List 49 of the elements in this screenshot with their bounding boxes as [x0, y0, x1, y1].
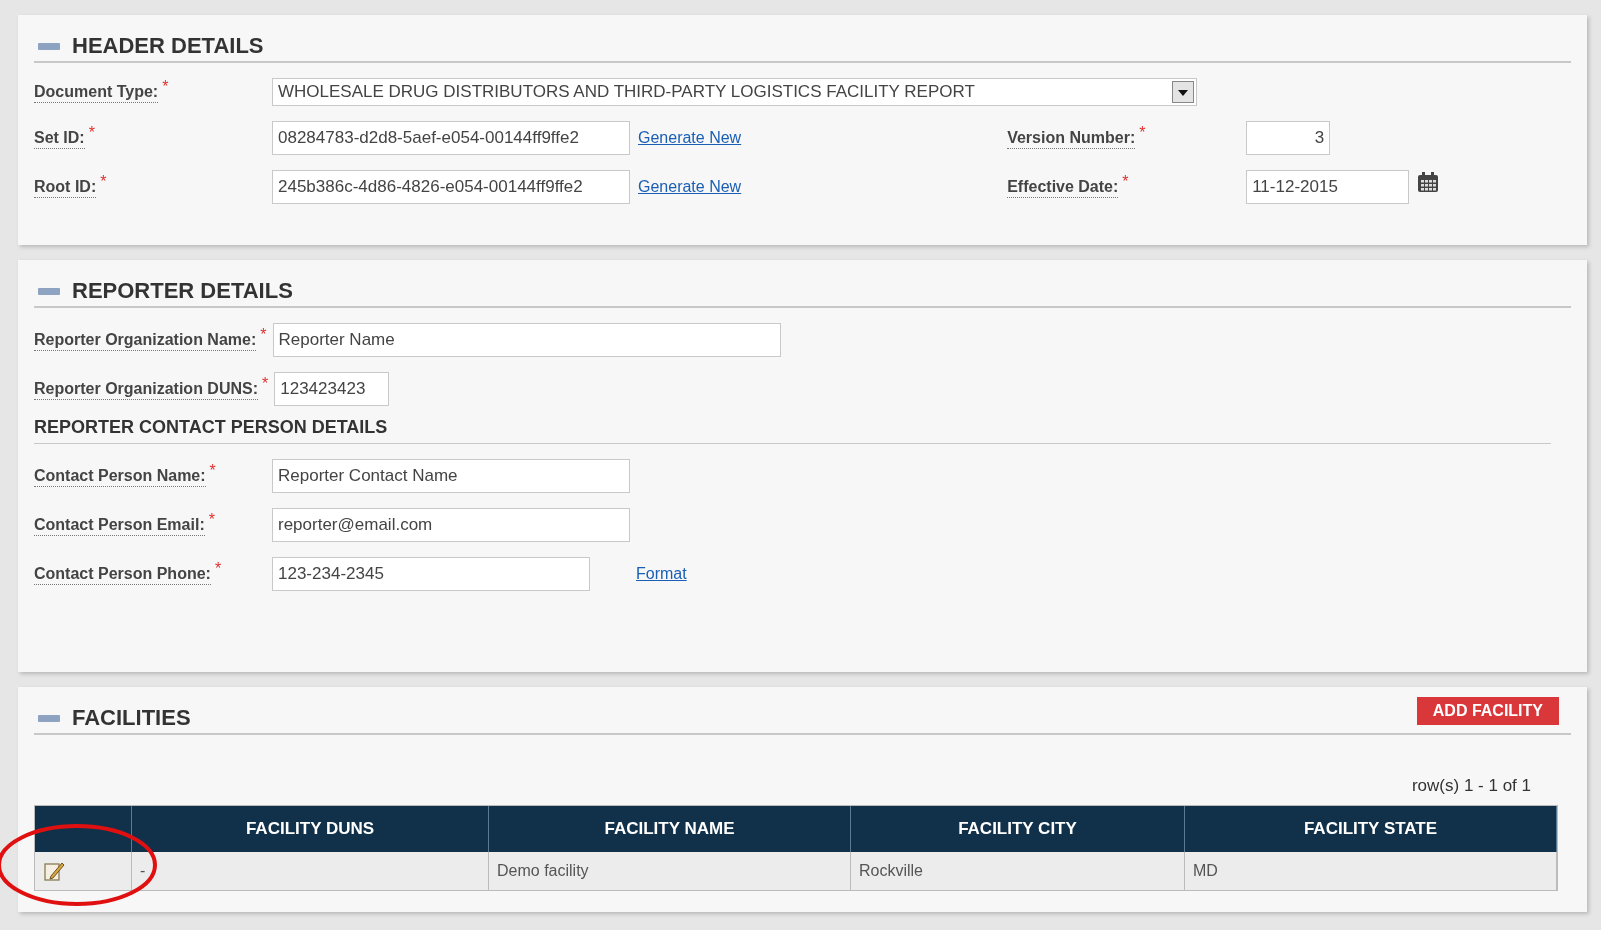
required-marker: *	[208, 511, 215, 528]
link[interactable]: Format	[636, 562, 687, 586]
text-field[interactable]: 11-12-2015	[1246, 170, 1410, 204]
field-label: Version Number:	[1007, 127, 1136, 149]
subsection-title: REPORTER CONTACT PERSON DETAILS	[34, 417, 388, 437]
table-cell: Rockville	[851, 851, 1185, 890]
row-count: row(s) 1 - 1 of 1	[1411, 775, 1531, 797]
required-marker: *	[262, 375, 269, 392]
section-title: FACILITIES	[72, 707, 191, 729]
field-label: Contact Person Email:	[34, 514, 205, 536]
required-marker: *	[260, 326, 267, 343]
select-field[interactable]: WHOLESALE DRUG DISTRIBUTORS AND THIRD-PARTY LOGISTICS FACILITY REPORT	[272, 78, 1197, 106]
table-cell: -	[132, 851, 489, 890]
text-field[interactable]: 245b386c-4d86-4826-e054-00144ff9ffe2	[272, 170, 630, 204]
required-marker: *	[209, 462, 216, 479]
text-field[interactable]: Reporter Contact Name	[272, 459, 630, 493]
column-header: FACILITY DUNS	[132, 805, 489, 852]
required-marker: *	[214, 560, 222, 577]
text-field[interactable]: 3	[1246, 121, 1331, 155]
table-cell: Demo facility	[489, 851, 851, 890]
field-label: Contact Person Name:	[34, 465, 206, 487]
field-label: Root ID:	[34, 176, 97, 198]
field-label: Contact Person Phone:	[34, 563, 211, 585]
required-marker: *	[1139, 124, 1146, 141]
required-marker: *	[162, 78, 169, 95]
field-label: Effective Date:	[1007, 176, 1119, 198]
field-label: Set ID:	[34, 127, 85, 149]
required-marker: *	[100, 173, 107, 190]
column-header: FACILITY CITY	[851, 805, 1185, 852]
required-marker: *	[1122, 173, 1129, 190]
text-field[interactable]: 08284783-d2d8-5aef-e054-00144ff9ffe2	[272, 121, 630, 155]
calendar-icon[interactable]	[1417, 171, 1440, 193]
text-field[interactable]: 123-234-2345	[272, 557, 590, 591]
text-field[interactable]: Reporter Name	[272, 323, 781, 357]
add-facility-button[interactable]: ADD FACILITY	[1416, 697, 1559, 725]
field-label: Document Type:	[34, 81, 159, 103]
column-header: FACILITY STATE	[1185, 805, 1557, 852]
link[interactable]: Generate New	[638, 126, 742, 150]
field-label: Reporter Organization Name:	[34, 329, 257, 351]
section-title: REPORTER DETAILS	[72, 280, 293, 302]
section-title: HEADER DETAILS	[72, 35, 264, 57]
text-field[interactable]: 123423423	[274, 372, 390, 406]
table-cell: MD	[1185, 851, 1557, 890]
required-marker: *	[88, 124, 95, 141]
link[interactable]: Generate New	[638, 175, 742, 199]
column-header: FACILITY NAME	[489, 805, 851, 852]
dropdown-caret-icon[interactable]	[1172, 81, 1194, 103]
text-field[interactable]: reporter@email.com	[272, 508, 630, 542]
field-label: Reporter Organization DUNS:	[34, 378, 258, 400]
